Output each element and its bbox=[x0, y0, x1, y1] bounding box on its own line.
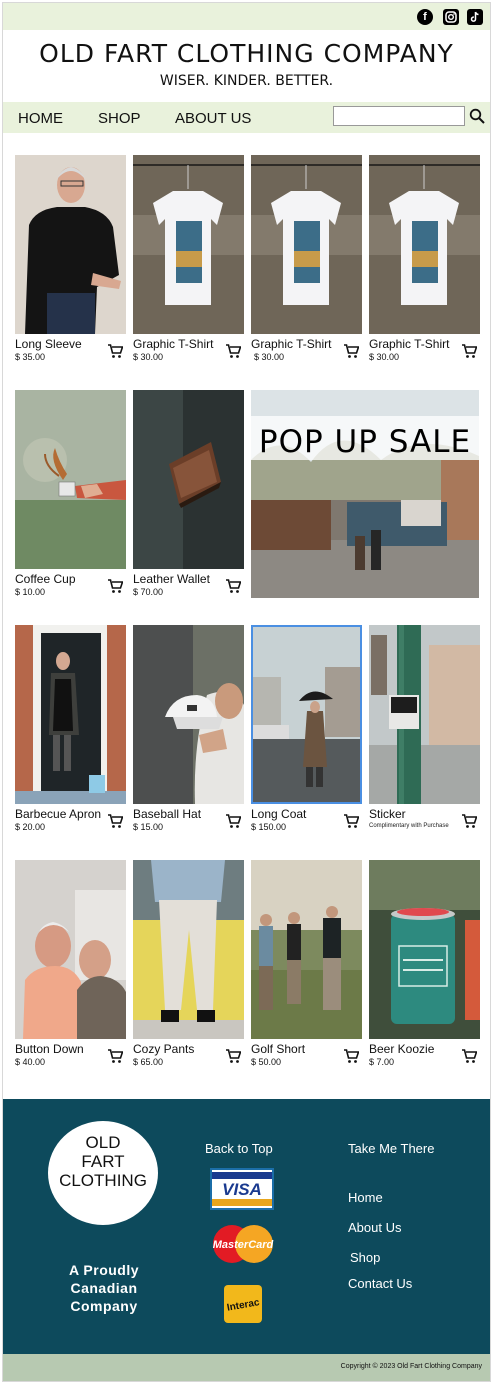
social-bar: f bbox=[3, 3, 490, 30]
product-name: Long Sleeve bbox=[15, 337, 82, 351]
links-heading: Take Me There bbox=[348, 1141, 435, 1156]
product-image[interactable] bbox=[133, 390, 244, 569]
cart-icon[interactable] bbox=[225, 1048, 241, 1064]
footer-logo-line: FART bbox=[81, 1152, 125, 1171]
cart-icon[interactable] bbox=[225, 813, 241, 829]
product-name: Graphic T-Shirt bbox=[133, 337, 214, 351]
footer-slogan: A Proudly Canadian Company bbox=[51, 1261, 157, 1315]
cart-icon[interactable] bbox=[225, 578, 241, 594]
footer-link-about-us[interactable]: About Us bbox=[348, 1220, 401, 1235]
nav-shop[interactable]: SHOP bbox=[98, 110, 141, 127]
product-image[interactable] bbox=[133, 625, 244, 804]
market-photo bbox=[251, 390, 479, 598]
product-price: $ 150.00 bbox=[251, 822, 287, 832]
interac-icon: Interac bbox=[224, 1285, 262, 1323]
copyright-bar: Copyright © 2023 Old Fart Clothing Compa… bbox=[3, 1354, 490, 1381]
product-price: $ 70.00 bbox=[133, 587, 164, 597]
cart-icon[interactable] bbox=[107, 813, 123, 829]
mastercard-icon: MasterCard bbox=[213, 1225, 274, 1263]
visa-icon: VISA bbox=[210, 1168, 274, 1210]
back-to-top-link[interactable]: Back to Top bbox=[205, 1141, 273, 1156]
product-name: Graphic T-Shirt bbox=[369, 337, 450, 351]
product-image[interactable] bbox=[369, 860, 480, 1039]
product-name: Long Coat bbox=[251, 807, 307, 821]
product-name: Button Down bbox=[15, 1042, 84, 1056]
page-frame: f OLD FART CLOTHING COMPANY WISER. KINDE… bbox=[2, 2, 491, 1382]
cart-icon[interactable] bbox=[107, 578, 123, 594]
visa-text: VISA bbox=[222, 1180, 262, 1199]
product-price: $ 20.00 bbox=[15, 822, 46, 832]
search-input[interactable] bbox=[333, 106, 465, 126]
product-image[interactable] bbox=[251, 860, 362, 1039]
cart-icon[interactable] bbox=[107, 1048, 123, 1064]
product-price: $ 35.00 bbox=[15, 352, 46, 362]
cart-icon[interactable] bbox=[461, 343, 477, 359]
product-image[interactable] bbox=[251, 155, 362, 334]
cart-icon[interactable] bbox=[461, 1048, 477, 1064]
nav-about-us[interactable]: ABOUT US bbox=[175, 110, 251, 127]
cart-icon[interactable] bbox=[107, 343, 123, 359]
footer-link-home[interactable]: Home bbox=[348, 1190, 383, 1205]
product-note: Complimentary with Purchase bbox=[369, 823, 449, 829]
slogan-line: Company bbox=[70, 1298, 138, 1314]
product-price: $ 30.00 bbox=[369, 352, 400, 362]
search-icon[interactable] bbox=[469, 108, 485, 124]
product-image[interactable] bbox=[15, 625, 126, 804]
product-price: $ 30.00 bbox=[254, 352, 285, 362]
pop-up-sale-banner[interactable]: POP UP SALE bbox=[251, 390, 479, 598]
product-price: $ 15.00 bbox=[133, 822, 164, 832]
product-name: Cozy Pants bbox=[133, 1042, 195, 1056]
product-price: $ 65.00 bbox=[133, 1057, 164, 1067]
cart-icon[interactable] bbox=[461, 813, 477, 829]
main-nav: HOME SHOP ABOUT US bbox=[3, 102, 490, 133]
mastercard-text: MasterCard bbox=[213, 1239, 274, 1251]
promo-text: POP UP SALE bbox=[258, 424, 472, 460]
cart-icon[interactable] bbox=[343, 1048, 359, 1064]
product-image[interactable] bbox=[369, 625, 480, 804]
copyright-text: Copyright © 2023 Old Fart Clothing Compa… bbox=[340, 1363, 482, 1370]
footer-logo-line: OLD bbox=[85, 1133, 121, 1152]
footer-logo[interactable]: OLD FART CLOTHING bbox=[48, 1121, 158, 1225]
product-image[interactable] bbox=[15, 155, 126, 334]
product-price: $ 10.00 bbox=[15, 587, 46, 597]
product-image[interactable] bbox=[133, 860, 244, 1039]
slogan-line: A Proudly bbox=[68, 1262, 140, 1278]
product-image[interactable] bbox=[15, 390, 126, 569]
product-image[interactable] bbox=[133, 155, 244, 334]
tiktok-icon[interactable] bbox=[467, 9, 483, 25]
facebook-icon[interactable]: f bbox=[417, 9, 433, 25]
product-name: Beer Koozie bbox=[369, 1042, 435, 1056]
site-title: OLD FART CLOTHING COMPANY bbox=[39, 39, 454, 68]
cart-icon[interactable] bbox=[343, 343, 359, 359]
product-price: $ 40.00 bbox=[15, 1057, 46, 1067]
site-footer: OLD FART CLOTHING A Proudly Canadian Com… bbox=[3, 1099, 490, 1354]
footer-link-shop[interactable]: Shop bbox=[350, 1250, 380, 1265]
product-name: Graphic T-Shirt bbox=[251, 337, 332, 351]
product-name: Barbecue Apron bbox=[15, 807, 102, 821]
product-image[interactable] bbox=[369, 155, 480, 334]
product-image[interactable] bbox=[251, 625, 362, 804]
slogan-line: Canadian bbox=[70, 1280, 138, 1296]
product-price: $ 50.00 bbox=[251, 1057, 282, 1067]
product-image[interactable] bbox=[15, 860, 126, 1039]
nav-home[interactable]: HOME bbox=[18, 110, 63, 127]
footer-link-contact-us[interactable]: Contact Us bbox=[348, 1276, 412, 1291]
product-name: Sticker bbox=[369, 807, 406, 821]
product-name: Coffee Cup bbox=[15, 572, 76, 586]
product-price: $ 30.00 bbox=[133, 352, 164, 362]
product-name: Baseball Hat bbox=[133, 807, 202, 821]
footer-logo-line: CLOTHING bbox=[59, 1171, 147, 1190]
cart-icon[interactable] bbox=[225, 343, 241, 359]
cart-icon[interactable] bbox=[343, 813, 359, 829]
product-name: Leather Wallet bbox=[133, 572, 210, 586]
product-price: $ 7.00 bbox=[369, 1057, 395, 1067]
instagram-icon[interactable] bbox=[443, 9, 459, 25]
site-tagline: WISER. KINDER. BETTER. bbox=[159, 73, 334, 89]
product-name: Golf Short bbox=[251, 1042, 306, 1056]
